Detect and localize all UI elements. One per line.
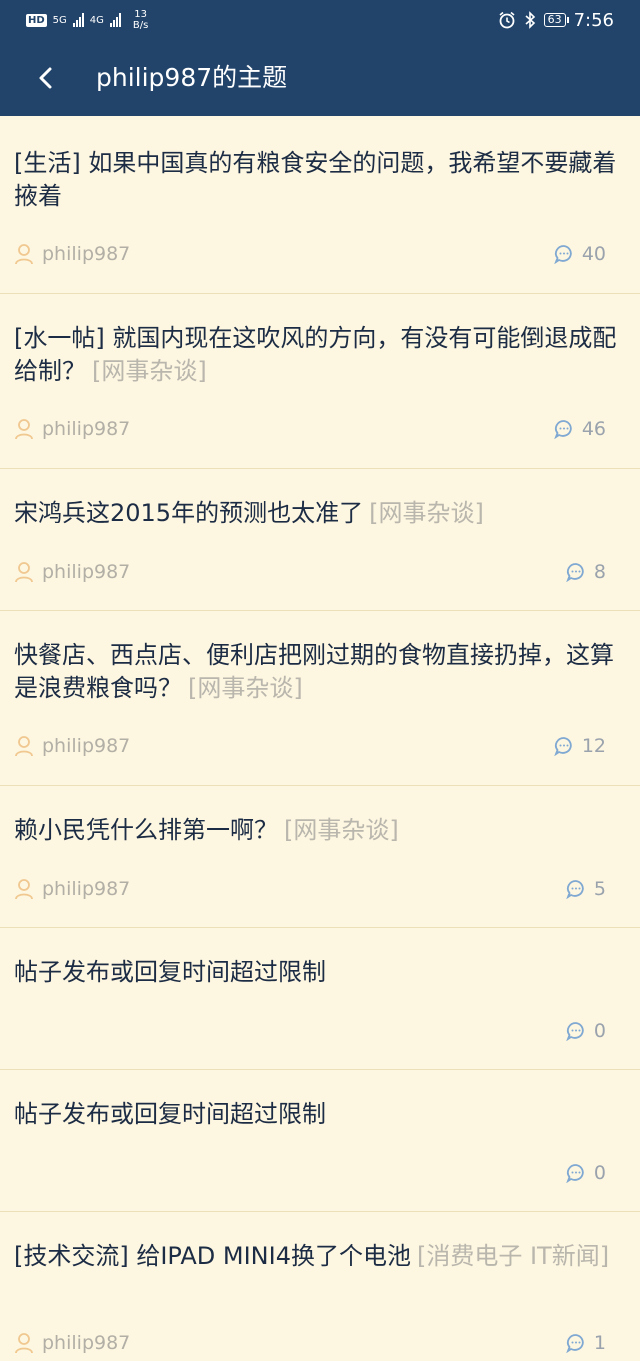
comment-icon (566, 563, 584, 582)
reply-count-value: 0 (593, 1162, 606, 1184)
post-title: [水一帖] 就国内现在这吹风的方向，有没有可能倒退成配给制？ [网事杂谈] (14, 322, 624, 388)
comment-icon (554, 737, 572, 756)
back-button[interactable] (30, 58, 62, 98)
net-speed-unit: B/s (132, 20, 149, 31)
signal-icon (109, 13, 121, 27)
reply-count-value: 0 (593, 1020, 606, 1042)
reply-count: 1 (566, 1332, 606, 1354)
comment-icon (554, 420, 572, 439)
reply-count-value: 12 (581, 735, 606, 757)
post-title: 宋鸿兵这2015年的预测也太准了 [网事杂谈] (14, 497, 624, 530)
network-4g-label: 4G (89, 14, 104, 26)
reply-count-value: 46 (581, 418, 606, 440)
user-icon (15, 736, 33, 757)
list-item[interactable]: [生活] 如果中国真的有粮食安全的问题，我希望不要藏着掖着 philip987 … (0, 116, 640, 294)
comment-icon (554, 245, 572, 264)
post-title: 帖子发布或回复时间超过限制 (14, 956, 624, 989)
comment-icon (566, 1164, 584, 1183)
post-author: philip987 (14, 735, 130, 757)
app-header: philip987的主题 (0, 40, 640, 116)
post-title: [生活] 如果中国真的有粮食安全的问题，我希望不要藏着掖着 (14, 147, 624, 213)
list-item[interactable]: 赖小民凭什么排第一啊？ [网事杂谈] philip987 5 (0, 786, 640, 928)
post-author: philip987 (14, 243, 130, 265)
post-category: [网事杂谈] (92, 357, 207, 385)
post-title: 快餐店、西点店、便利店把刚过期的食物直接扔掉，这算是浪费粮食吗？ [网事杂谈] (14, 639, 624, 705)
author-name: philip987 (42, 878, 131, 900)
post-author: philip987 (14, 1332, 130, 1354)
author-name: philip987 (42, 1332, 131, 1354)
list-item[interactable]: 帖子发布或回复时间超过限制 0 (0, 1070, 640, 1212)
reply-count-value: 40 (581, 243, 606, 265)
post-title-text: 宋鸿兵这2015年的预测也太准了 (14, 499, 364, 527)
post-title-text: [生活] 如果中国真的有粮食安全的问题，我希望不要藏着掖着 (14, 149, 617, 210)
post-title-text: 赖小民凭什么排第一啊？ (14, 816, 278, 844)
reply-count: 5 (566, 878, 606, 900)
user-icon (15, 419, 33, 440)
alarm-icon (499, 11, 515, 29)
reply-count: 12 (554, 735, 606, 757)
reply-count-value: 1 (593, 1332, 606, 1354)
list-item[interactable]: 快餐店、西点店、便利店把刚过期的食物直接扔掉，这算是浪费粮食吗？ [网事杂谈] p… (0, 611, 640, 786)
back-arrow-icon (39, 67, 52, 89)
status-right: 63 7:56 (498, 7, 614, 33)
list-item[interactable]: 宋鸿兵这2015年的预测也太准了 [网事杂谈] philip987 8 (0, 469, 640, 611)
user-icon (15, 1333, 33, 1354)
reply-count-value: 5 (593, 878, 606, 900)
topic-list: [生活] 如果中国真的有粮食安全的问题，我希望不要藏着掖着 philip987 … (0, 116, 640, 1361)
page-title: philip987的主题 (96, 63, 288, 92)
comment-icon (566, 1022, 584, 1041)
reply-count: 46 (554, 418, 606, 440)
reply-count: 8 (566, 561, 606, 583)
bluetooth-icon (525, 11, 535, 29)
list-item[interactable]: [技术交流] 给IPAD MINI4换了个电池 [消费电子 IT新闻] phili… (0, 1212, 640, 1361)
post-title-text: 帖子发布或回复时间超过限制 (14, 1100, 326, 1128)
status-left: HD 5G 4G 13 B/s (26, 7, 148, 33)
author-name: philip987 (42, 243, 131, 265)
post-category: [网事杂谈] (188, 674, 303, 702)
post-title-text: 帖子发布或回复时间超过限制 (14, 958, 326, 986)
post-category: [网事杂谈] (284, 816, 399, 844)
clock: 7:56 (573, 9, 614, 31)
reply-count: 0 (566, 1162, 606, 1184)
post-title: 帖子发布或回复时间超过限制 (14, 1098, 624, 1131)
post-title-text: [技术交流] 给IPAD MINI4换了个电池 (14, 1242, 411, 1270)
post-category: [网事杂谈] (369, 499, 484, 527)
signal-icon (72, 13, 84, 27)
reply-count: 40 (554, 243, 606, 265)
post-category: [消费电子 IT新闻] (416, 1242, 610, 1270)
list-item[interactable]: 帖子发布或回复时间超过限制 0 (0, 928, 640, 1070)
user-icon (15, 562, 33, 583)
author-name: philip987 (42, 418, 131, 440)
comment-icon (566, 880, 584, 899)
net-speed-value: 13 (134, 9, 148, 20)
network-5g-label: 5G (52, 14, 67, 26)
comment-icon (566, 1334, 584, 1353)
post-title: 赖小民凭什么排第一啊？ [网事杂谈] (14, 814, 624, 847)
reply-count: 0 (566, 1020, 606, 1042)
post-author: philip987 (14, 418, 130, 440)
status-bar: HD 5G 4G 13 B/s 63 7:56 (0, 0, 640, 40)
post-author: philip987 (14, 561, 130, 583)
post-title-text: 快餐店、西点店、便利店把刚过期的食物直接扔掉，这算是浪费粮食吗？ (14, 641, 614, 702)
user-icon (15, 244, 33, 265)
post-author: philip987 (14, 878, 130, 900)
reply-count-value: 8 (593, 561, 606, 583)
author-name: philip987 (42, 561, 131, 583)
battery-icon: 63 (543, 13, 569, 27)
net-speed: 13 B/s (133, 9, 148, 31)
user-icon (15, 879, 33, 900)
hd-badge: HD (26, 13, 47, 27)
list-item[interactable]: [水一帖] 就国内现在这吹风的方向，有没有可能倒退成配给制？ [网事杂谈] phi… (0, 294, 640, 469)
post-title: [技术交流] 给IPAD MINI4换了个电池 [消费电子 IT新闻] (14, 1240, 624, 1273)
author-name: philip987 (42, 735, 131, 757)
